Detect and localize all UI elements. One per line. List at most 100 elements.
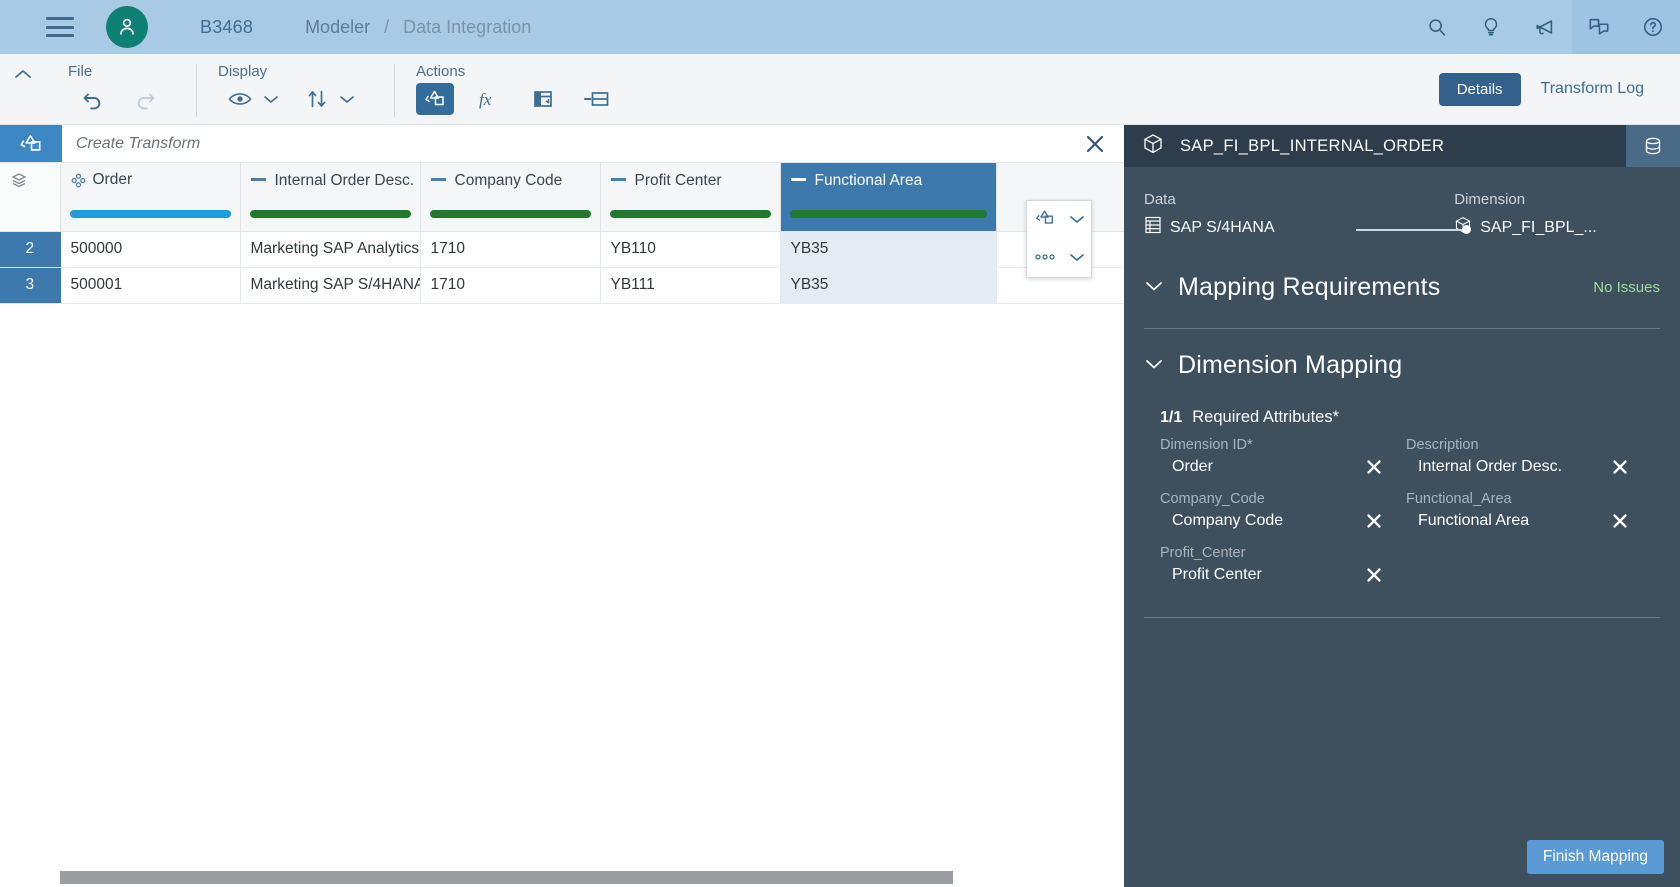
source-dimension-value: SAP_FI_BPL_... (1480, 218, 1597, 236)
lightbulb-icon[interactable] (1464, 0, 1518, 54)
close-icon[interactable] (1364, 565, 1384, 585)
cube-icon (1142, 133, 1164, 160)
chat-icon[interactable] (1572, 0, 1626, 54)
mapping-value[interactable]: Profit Center (1160, 566, 1262, 584)
popup-transform-row[interactable] (1027, 201, 1091, 239)
dimension-mapping-section[interactable]: Dimension Mapping (1144, 329, 1660, 388)
breadcrumb: Modeler / Data Integration (305, 17, 531, 38)
cell-order[interactable]: 500001 (60, 267, 241, 304)
transform-icon[interactable] (0, 125, 62, 162)
create-transform-input[interactable]: Create Transform (62, 125, 1066, 162)
undo-button[interactable] (76, 82, 110, 116)
required-attributes-line: 1/1 Required Attributes* (1144, 388, 1660, 437)
database-icon[interactable] (1626, 125, 1680, 167)
chevron-down-icon[interactable] (1069, 249, 1085, 267)
horizontal-scrollbar-thumb[interactable] (60, 871, 953, 884)
breadcrumb-root[interactable]: Modeler (305, 17, 370, 37)
cell-functional-area[interactable]: YB35 (780, 231, 997, 268)
cell-profit-center[interactable]: YB110 (600, 231, 781, 268)
source-dimension: Dimension SAP_FI_BPL_... (1454, 191, 1660, 239)
required-attributes-count: 1/1 (1160, 409, 1183, 426)
hamburger-icon[interactable] (46, 17, 74, 37)
close-icon[interactable] (1610, 457, 1630, 477)
mapping-requirements-title: Mapping Requirements (1178, 273, 1441, 301)
column-header-profit-center[interactable]: Profit Center (600, 163, 781, 198)
table-row[interactable]: 2 500000 Marketing SAP Analytics Clou 17… (0, 231, 1124, 268)
mapping-value-row: Order (1160, 457, 1406, 477)
chevron-down-icon[interactable] (1069, 211, 1085, 229)
mapping-pair: Description Internal Order Desc. (1406, 437, 1652, 477)
breadcrumb-separator: / (384, 16, 390, 37)
more-dots-icon[interactable] (1034, 249, 1056, 267)
help-icon[interactable] (1626, 0, 1680, 54)
horizontal-scrollbar[interactable] (0, 865, 1124, 887)
panel-footer: Finish Mapping (1124, 827, 1680, 887)
chevron-down-icon[interactable] (1144, 357, 1164, 375)
user-avatar-icon[interactable] (106, 6, 148, 48)
column-header-functional-area[interactable]: Functional Area (780, 163, 997, 198)
cell-internal-order-desc[interactable]: Marketing SAP Analytics Clou (240, 231, 421, 268)
toolbar-group-actions: Actions fx (394, 54, 630, 125)
section-divider (1144, 617, 1660, 618)
chevron-down-icon[interactable] (1144, 279, 1164, 297)
details-button[interactable]: Details (1438, 72, 1521, 106)
application-window: B3468 Modeler / Data Integration File Di… (0, 0, 1680, 887)
mapping-pair: Functional_Area Functional Area (1406, 491, 1652, 531)
transform-icon[interactable] (1034, 208, 1056, 233)
quality-corner-cell (0, 198, 61, 232)
redo-button[interactable] (128, 82, 162, 116)
chevron-up-icon[interactable] (0, 54, 46, 125)
cell-order[interactable]: 500000 (60, 231, 241, 268)
visibility-button[interactable] (222, 82, 258, 116)
grid-corner-cell[interactable] (0, 163, 61, 198)
close-icon[interactable] (1364, 457, 1384, 477)
sort-chevron-down-icon[interactable] (336, 82, 358, 116)
create-transform-button[interactable] (416, 83, 454, 115)
column-header-order[interactable]: Order (60, 163, 241, 198)
column-transform-button[interactable] (526, 82, 560, 116)
close-icon[interactable] (1610, 511, 1630, 531)
finish-mapping-button[interactable]: Finish Mapping (1526, 840, 1664, 874)
visibility-chevron-down-icon[interactable] (260, 82, 282, 116)
search-icon[interactable] (1410, 0, 1464, 54)
quality-bar (69, 210, 231, 219)
mapping-value[interactable]: Internal Order Desc. (1406, 458, 1562, 476)
connector-line (1355, 229, 1466, 231)
data-grid-table: Order Internal Order Desc. Company Code … (0, 163, 1124, 304)
dash-icon (610, 178, 626, 181)
quality-bar-cell (600, 198, 781, 232)
quality-bar (429, 210, 591, 219)
stack-rows-icon (10, 172, 28, 190)
connector-endpoint (1461, 225, 1471, 234)
mapping-value[interactable]: Order (1160, 458, 1213, 476)
cell-company-code[interactable]: 1710 (420, 267, 601, 304)
table-row[interactable]: 3 500001 Marketing SAP S/4HANA 1710 YB11… (0, 267, 1124, 304)
mapping-value[interactable]: Functional Area (1406, 512, 1529, 530)
dimension-mapping-grid: Dimension ID* Order Description Internal… (1144, 437, 1660, 599)
mapping-requirements-section[interactable]: Mapping Requirements No Issues (1144, 257, 1660, 328)
quality-bar-cell (60, 198, 241, 232)
formula-button[interactable]: fx (472, 82, 508, 116)
close-icon[interactable] (1066, 125, 1124, 162)
column-header-internal-order-desc[interactable]: Internal Order Desc. (240, 163, 421, 198)
mapping-value[interactable]: Company Code (1160, 512, 1283, 530)
column-header-company-code[interactable]: Company Code (420, 163, 601, 198)
cell-internal-order-desc[interactable]: Marketing SAP S/4HANA (240, 267, 421, 304)
cell-profit-center[interactable]: YB111 (600, 267, 781, 304)
mapping-value-row: Internal Order Desc. (1406, 457, 1652, 477)
transform-log-button[interactable]: Transform Log (1527, 72, 1658, 106)
dash-icon (250, 178, 266, 181)
shell-actions (1410, 0, 1680, 54)
cell-functional-area[interactable]: YB35 (780, 267, 997, 304)
toolbar-group-display-label: Display (218, 63, 268, 80)
tenant-id: B3468 (200, 16, 254, 37)
close-icon[interactable] (1364, 511, 1384, 531)
popup-more-row[interactable] (1027, 239, 1091, 277)
remove-rows-button[interactable] (578, 82, 616, 116)
sort-button[interactable] (300, 82, 334, 116)
megaphone-icon[interactable] (1518, 0, 1572, 54)
shell-header: B3468 Modeler / Data Integration (0, 0, 1680, 54)
mapping-value-row: Profit Center (1160, 565, 1406, 585)
cell-company-code[interactable]: 1710 (420, 231, 601, 268)
row-number: 3 (0, 267, 61, 304)
